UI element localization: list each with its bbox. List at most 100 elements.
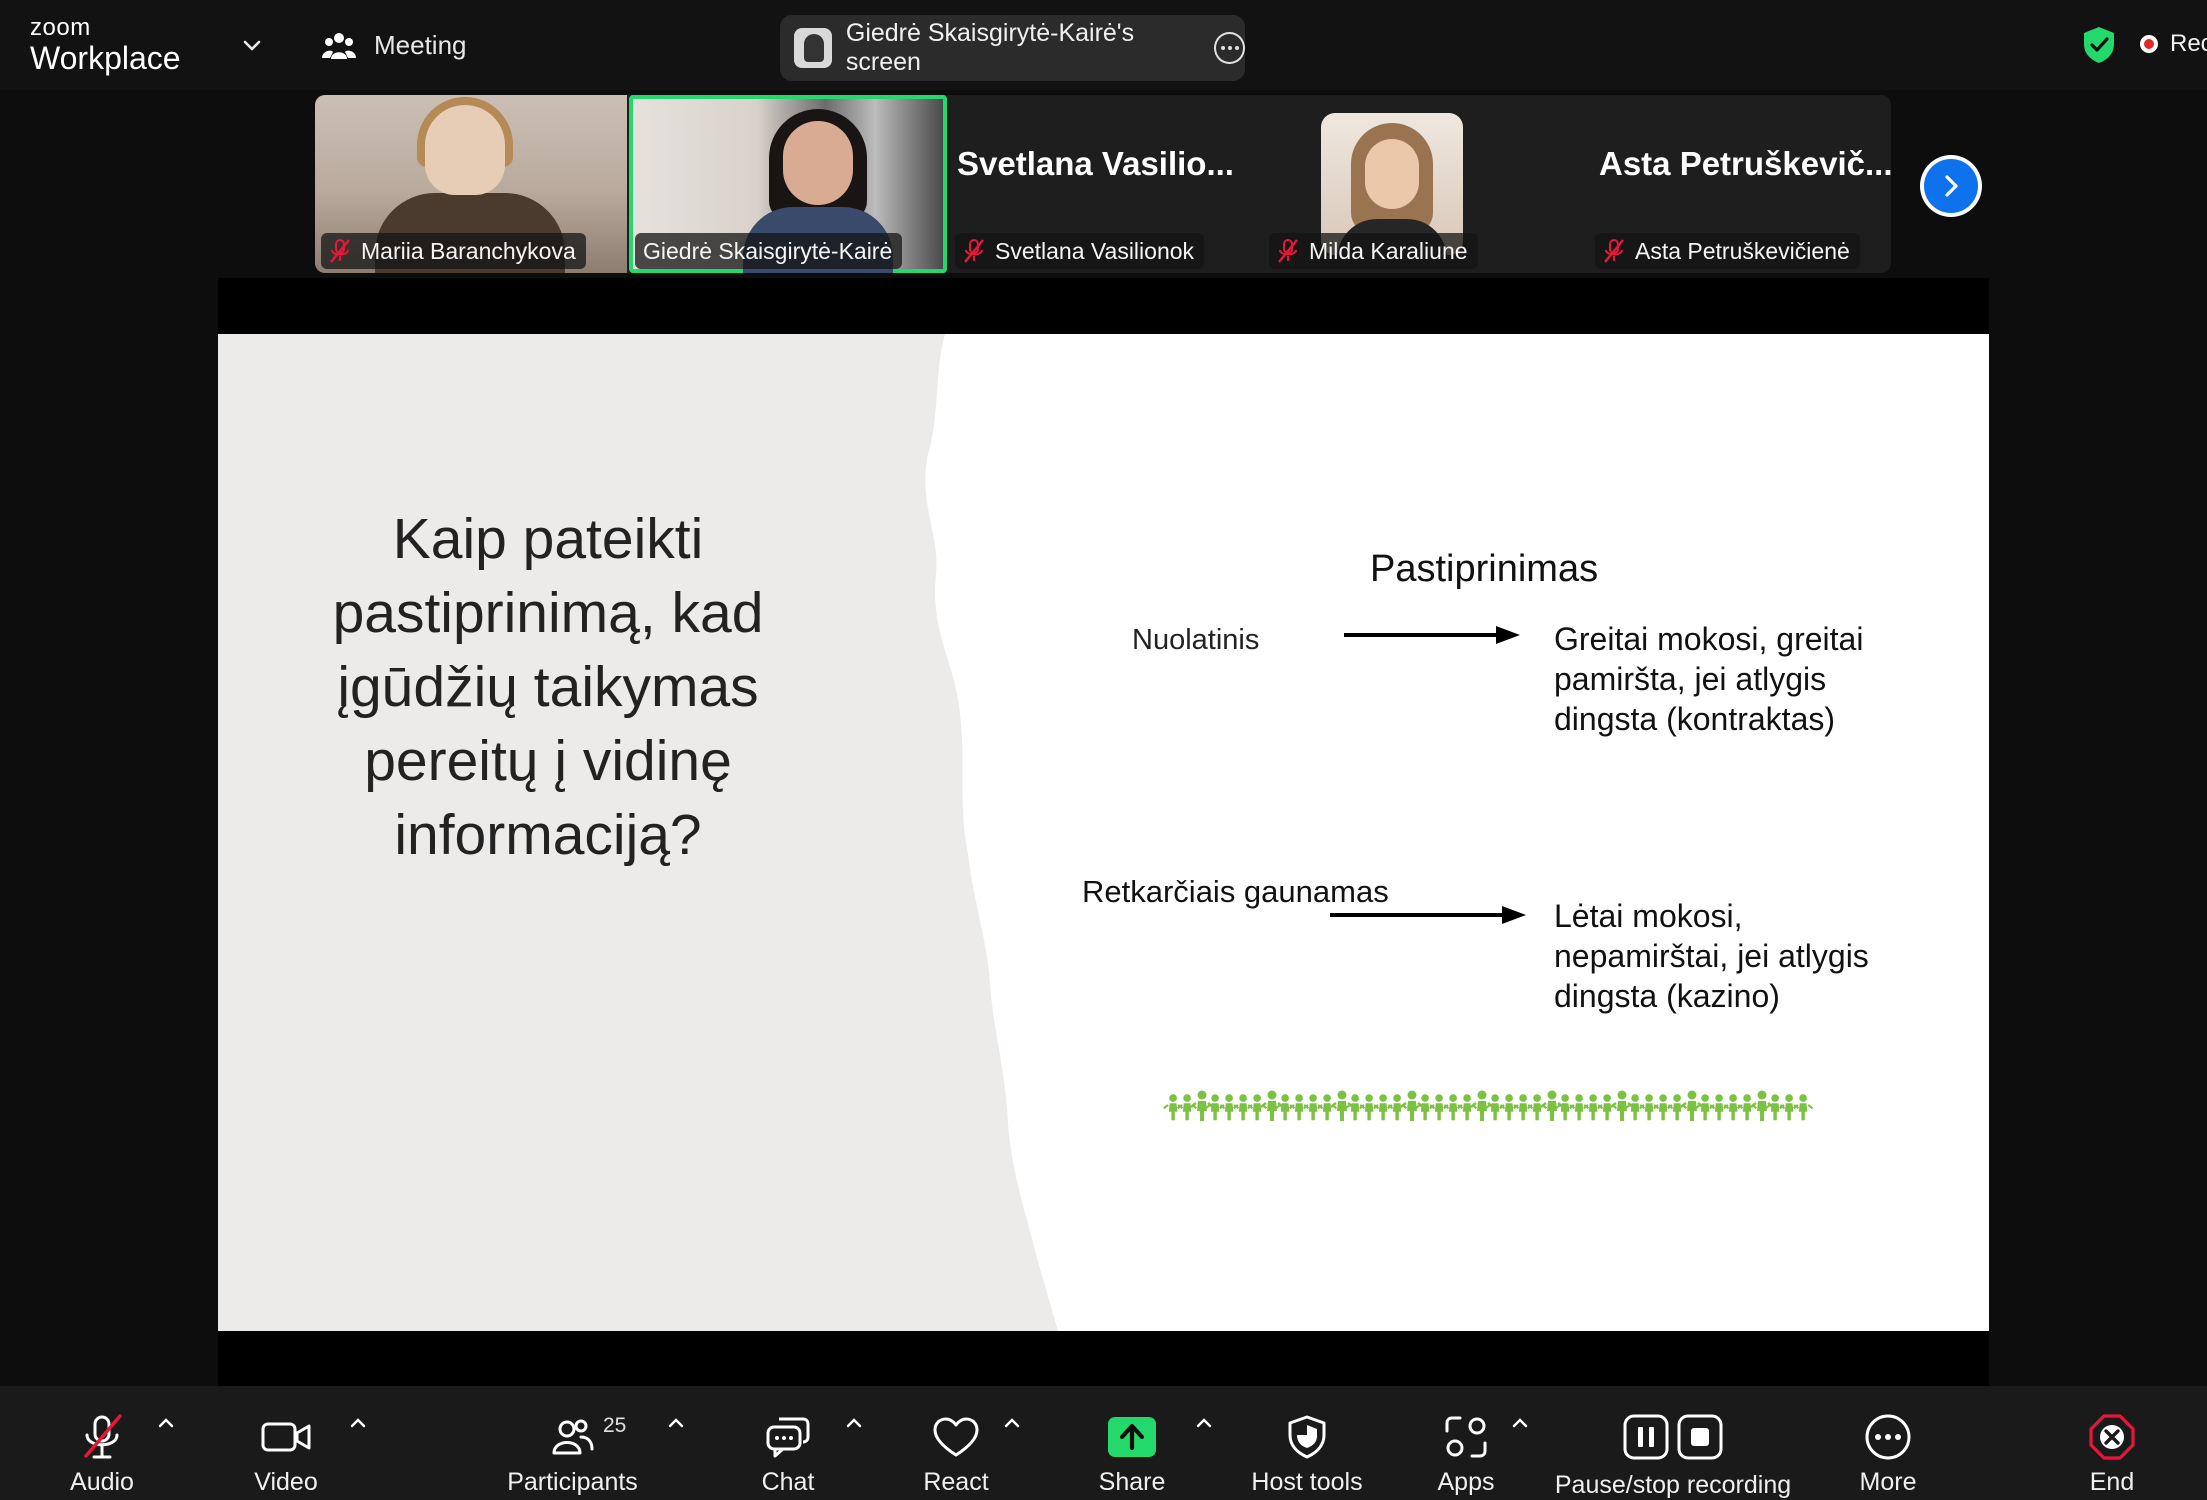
slide-question-line: pastiprinimą, kad	[332, 581, 764, 645]
participant-tile[interactable]: Asta Petruškevič... Asta Petruškevičienė	[1579, 95, 1891, 273]
share-options-caret[interactable]	[1194, 1416, 1214, 1430]
person-figure	[1246, 1093, 1268, 1122]
mic-off-icon	[84, 1414, 122, 1459]
slide-row1-text: Greitai mokosi, greitai pamiršta, jei at…	[1554, 619, 1914, 739]
audio-options-caret[interactable]	[156, 1416, 176, 1430]
screen-share-indicator[interactable]: Giedrė Skaisgirytė-Kairė's screen	[780, 15, 1245, 81]
mic-muted-icon	[1604, 239, 1624, 263]
meeting-toolbar: Audio Video Participants 25 Chat React S…	[0, 1386, 2207, 1500]
apps-icon	[1445, 1416, 1487, 1458]
recording-indicator[interactable]: Rec	[2140, 30, 2207, 58]
arrow-right-icon	[1330, 906, 1526, 924]
react-button[interactable]: React	[916, 1386, 996, 1500]
chat-button[interactable]: Chat	[748, 1386, 828, 1500]
slide-row2-line: Lėtai mokosi,	[1554, 898, 1743, 934]
stop-icon	[1677, 1414, 1723, 1459]
participants-count-badge: 25	[603, 1414, 627, 1437]
security-shield-icon[interactable]	[2082, 26, 2116, 64]
video-strip: Mariia Baranchykova Giedrė Skaisgirytė-K…	[315, 95, 1891, 273]
slide-row1-line: dingsta (kontraktas)	[1554, 701, 1836, 737]
slide-row1-label: Nuolatinis	[1132, 624, 1260, 656]
participants-options-caret[interactable]	[666, 1416, 686, 1430]
host-tools-button[interactable]: Host tools	[1246, 1386, 1368, 1500]
participants-button[interactable]: Participants	[505, 1386, 640, 1500]
end-label: End	[2089, 1468, 2135, 1496]
share-button[interactable]: Share	[1092, 1386, 1172, 1500]
slide-row2-line: dingsta (kazino)	[1554, 978, 1780, 1014]
share-arrow-icon	[1108, 1417, 1156, 1457]
chat-icon	[766, 1417, 810, 1458]
apps-button[interactable]: Apps	[1426, 1386, 1506, 1500]
participant-name-tag: Mariia Baranchykova	[321, 233, 586, 269]
participant-name-tag: Svetlana Vasilionok	[955, 233, 1205, 269]
participant-display-title: Asta Petruškevič...	[1599, 145, 1891, 182]
slide-question-line: informaciją?	[394, 803, 702, 867]
react-options-caret[interactable]	[1002, 1416, 1022, 1430]
mic-muted-icon	[964, 239, 984, 263]
participants-label: Participants	[507, 1468, 638, 1496]
video-options-caret[interactable]	[348, 1416, 368, 1430]
person-figure	[1666, 1093, 1688, 1122]
presentation-slide: Kaip pateikti pastiprinimą, kad įgūdžių …	[218, 334, 1989, 1331]
top-bar: zoom Workplace Meeting Giedrė Skaisgiryt…	[0, 0, 2207, 90]
more-button[interactable]: More	[1848, 1386, 1928, 1500]
participant-display-title: Svetlana Vasilio...	[957, 145, 1234, 182]
end-icon	[2089, 1414, 2135, 1460]
video-button[interactable]: Video	[244, 1386, 328, 1500]
person-figure	[1456, 1093, 1478, 1122]
person-figure	[1736, 1093, 1758, 1122]
participant-name: Asta Petruškevičienė	[1635, 237, 1850, 264]
mic-muted-icon	[330, 239, 350, 263]
meeting-people-icon	[322, 32, 356, 59]
audio-button[interactable]: Audio	[62, 1386, 142, 1500]
slide-row2-line: nepamirštai, jei atlygis	[1554, 938, 1869, 974]
recording-dot-icon	[2140, 35, 2158, 53]
person-figure	[1792, 1093, 1814, 1122]
person-figure	[1526, 1093, 1548, 1122]
chat-options-caret[interactable]	[844, 1416, 864, 1430]
meeting-button[interactable]: Meeting	[322, 30, 467, 61]
participants-icon	[552, 1419, 593, 1455]
pause-icon	[1623, 1414, 1669, 1459]
participant-name-tag: Asta Petruškevičienė	[1595, 233, 1860, 269]
participant-tile[interactable]: Svetlana Vasilio... Svetlana Vasilionok	[949, 95, 1259, 273]
brand-large: Workplace	[30, 40, 181, 76]
participant-tile[interactable]: Milda Karaliune	[1263, 95, 1577, 273]
meeting-label: Meeting	[374, 30, 467, 60]
participant-name: Svetlana Vasilionok	[995, 237, 1195, 264]
slide-question-line: įgūdžių taikymas	[337, 655, 759, 719]
zoom-workplace-logo: zoom Workplace	[30, 14, 181, 76]
end-meeting-button[interactable]: End	[2074, 1386, 2150, 1500]
screen-share-label: Giedrė Skaisgirytė-Kairė's screen	[845, 19, 1135, 76]
video-label: Video	[254, 1468, 318, 1496]
pause-stop-recording-button[interactable]: Pause/stop recording	[1554, 1386, 1792, 1500]
participant-tile-active-speaker[interactable]: Giedrė Skaisgirytė-Kairė	[629, 95, 947, 273]
more-icon[interactable]	[1214, 32, 1245, 64]
slide-question-line: Kaip pateikti	[392, 507, 704, 571]
participant-name: Milda Karaliune	[1309, 237, 1468, 264]
more-label: More	[1859, 1468, 1917, 1496]
apps-label: Apps	[1437, 1468, 1495, 1496]
person-figure	[1176, 1093, 1198, 1122]
next-participants-button[interactable]	[1920, 155, 1982, 217]
chevron-down-icon[interactable]	[240, 34, 264, 58]
more-dots-icon	[1865, 1414, 1911, 1460]
host-tools-label: Host tools	[1251, 1468, 1363, 1496]
recording-control-label: Pause/stop recording	[1554, 1471, 1792, 1499]
person-figure	[1316, 1093, 1338, 1122]
recording-label: Rec	[2170, 30, 2207, 57]
arrow-right-icon	[1344, 626, 1520, 644]
mic-muted-icon	[1278, 239, 1298, 263]
slide-row1-line: pamiršta, jei atlygis	[1554, 661, 1827, 697]
presenter-avatar	[794, 28, 832, 68]
participant-name: Giedrė Skaisgirytė-Kairė	[643, 237, 893, 264]
apps-options-caret[interactable]	[1510, 1416, 1530, 1430]
participant-name-tag: Giedrė Skaisgirytė-Kairė	[635, 233, 903, 269]
host-tools-shield-icon	[1288, 1415, 1326, 1459]
slide-row2-text: Lėtai mokosi, nepamirštai, jei atlygis d…	[1554, 896, 1914, 1016]
slide-heading: Pastiprinimas	[1370, 548, 1599, 590]
participant-tile[interactable]: Mariia Baranchykova	[315, 95, 627, 273]
brand-small: zoom	[30, 14, 91, 41]
react-label: React	[923, 1468, 989, 1496]
react-heart-icon	[933, 1417, 979, 1457]
